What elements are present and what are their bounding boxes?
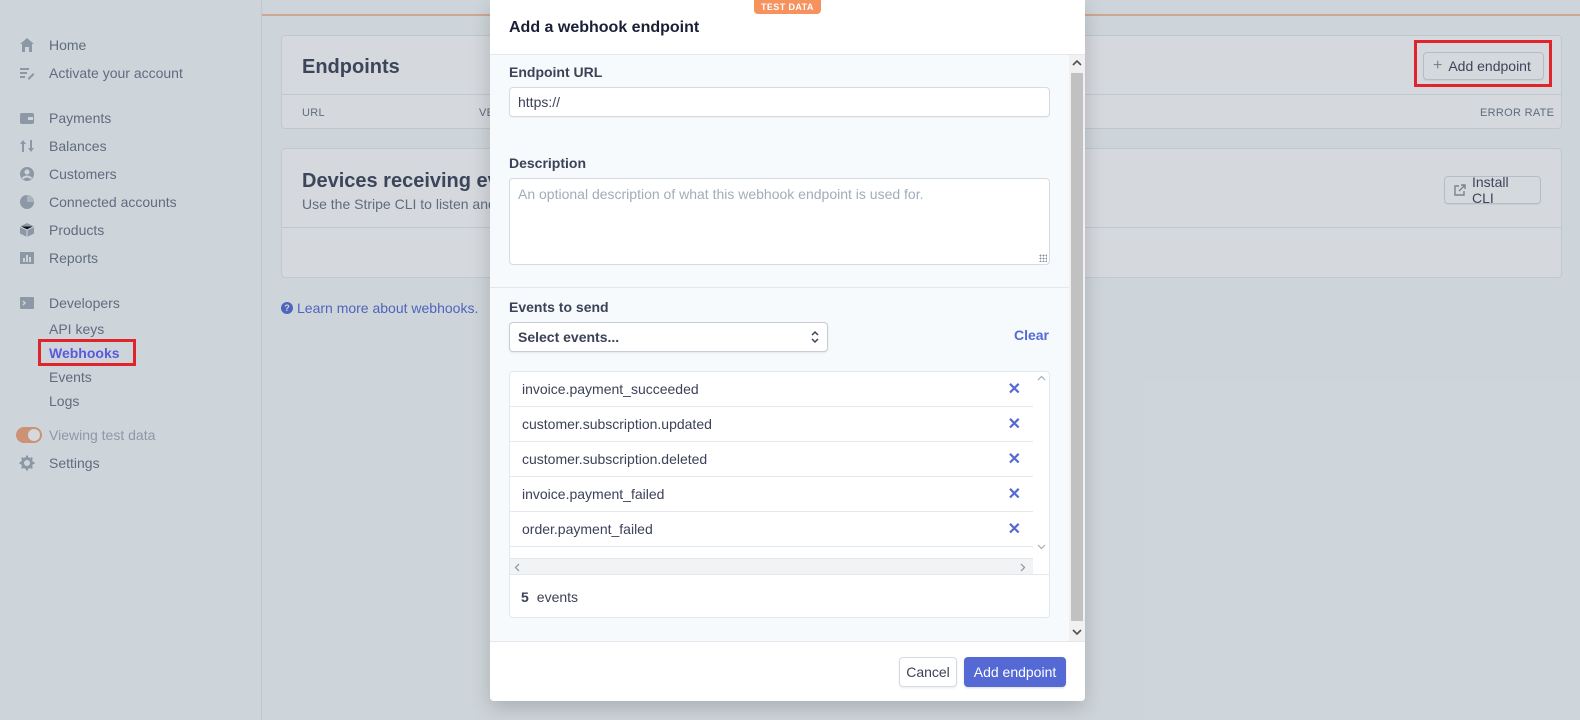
- remove-event-icon[interactable]: ✕: [1008, 484, 1021, 504]
- event-name: invoice.payment_succeeded: [522, 381, 699, 397]
- select-events-label: Select events...: [518, 329, 620, 345]
- scroll-down-icon[interactable]: [1072, 629, 1082, 636]
- event-name: customer.subscription.updated: [522, 416, 712, 432]
- event-name: invoice.payment_failed: [522, 486, 665, 502]
- modal-title: Add a webhook endpoint: [509, 19, 700, 36]
- scroll-thumb[interactable]: [1071, 73, 1083, 621]
- scroll-down-icon[interactable]: [1037, 544, 1046, 550]
- events-to-send-label: Events to send: [509, 299, 609, 315]
- event-count: 5 events: [510, 574, 1049, 617]
- section-divider: [490, 287, 1069, 288]
- modal-body: Endpoint URL https:// Description An opt…: [490, 55, 1069, 641]
- resize-handle-icon[interactable]: [1039, 254, 1047, 262]
- cancel-button[interactable]: Cancel: [899, 657, 957, 687]
- list-item: order.payment_failed ✕: [510, 512, 1033, 547]
- selected-events-box: invoice.payment_succeeded ✕ customer.sub…: [509, 371, 1050, 618]
- description-placeholder: An optional description of what this web…: [518, 186, 924, 202]
- remove-event-icon[interactable]: ✕: [1008, 519, 1021, 539]
- list-item: invoice.payment_succeeded ✕: [510, 372, 1033, 407]
- highlight-webhooks: [38, 339, 136, 366]
- event-count-number: 5: [521, 589, 529, 605]
- add-endpoint-submit-button[interactable]: Add endpoint: [964, 657, 1066, 687]
- event-name: customer.subscription.deleted: [522, 451, 708, 467]
- event-name: order.payment_failed: [522, 521, 653, 537]
- modal-scrollbar[interactable]: [1069, 55, 1085, 641]
- endpoint-url-label: Endpoint URL: [509, 64, 603, 80]
- chevron-updown-icon: [811, 330, 819, 344]
- remove-event-icon[interactable]: ✕: [1008, 414, 1021, 434]
- remove-event-icon[interactable]: ✕: [1008, 379, 1021, 399]
- scroll-up-icon[interactable]: [1037, 375, 1046, 381]
- description-textarea[interactable]: An optional description of what this web…: [509, 178, 1050, 265]
- events-horizontal-scrollbar[interactable]: [510, 558, 1033, 574]
- test-data-badge: TEST DATA: [754, 0, 821, 14]
- remove-event-icon[interactable]: ✕: [1008, 449, 1021, 469]
- events-list: invoice.payment_succeeded ✕ customer.sub…: [510, 372, 1033, 558]
- clear-events-link[interactable]: Clear: [1014, 327, 1049, 343]
- description-label: Description: [509, 155, 587, 171]
- event-count-label: events: [536, 589, 579, 605]
- scroll-left-icon[interactable]: [514, 563, 520, 572]
- scroll-up-icon[interactable]: [1072, 59, 1082, 66]
- list-item: invoice.payment_failed ✕: [510, 477, 1033, 512]
- list-item: customer.subscription.updated ✕: [510, 407, 1033, 442]
- scroll-right-icon[interactable]: [1020, 563, 1026, 572]
- events-vertical-scrollbar[interactable]: [1033, 372, 1049, 558]
- add-webhook-modal: Add a webhook endpoint TEST DATA Endpoin…: [490, 0, 1085, 701]
- endpoint-url-input[interactable]: https://: [509, 87, 1050, 117]
- highlight-add-endpoint: [1414, 40, 1552, 87]
- list-item: customer.subscription.deleted ✕: [510, 442, 1033, 477]
- modal-footer: Cancel Add endpoint: [490, 641, 1085, 701]
- select-events-dropdown[interactable]: Select events...: [509, 322, 828, 352]
